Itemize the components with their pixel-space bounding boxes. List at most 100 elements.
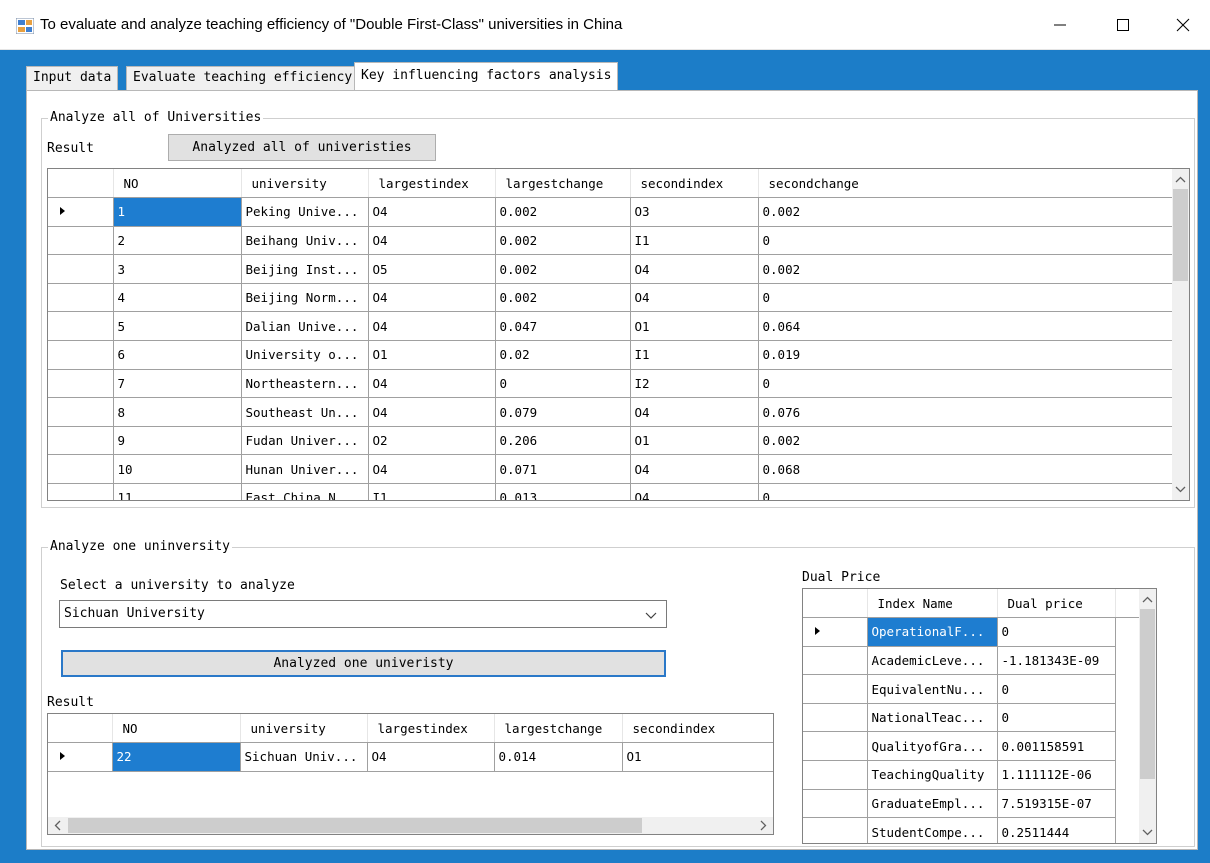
tab-key-influencing-factors[interactable]: Key influencing factors analysis [354, 62, 619, 90]
dual-price-vertical-scrollbar[interactable] [1139, 589, 1156, 843]
column-header[interactable]: Dual price [997, 589, 1116, 619]
table-cell[interactable]: 0.206 [495, 426, 631, 456]
table-cell[interactable]: Fudan Univer... [241, 426, 369, 456]
table-row[interactable]: 6 University o... O1 0.02 I1 0.019 [48, 340, 1175, 370]
table-cell[interactable]: 0 [758, 283, 1175, 313]
row-header[interactable] [803, 731, 868, 762]
column-header[interactable]: university [241, 169, 369, 199]
row-header[interactable] [803, 617, 868, 647]
table-cell[interactable]: 0.071 [495, 454, 631, 485]
table-cell[interactable]: 1 [113, 197, 242, 227]
row-header[interactable] [48, 340, 114, 370]
column-header[interactable]: secondchange [758, 169, 1175, 199]
table-row[interactable]: EquivalentNu... 0 [803, 674, 1139, 704]
table-cell[interactable]: O1 [630, 311, 759, 342]
table-cell[interactable]: I1 [368, 483, 496, 500]
table-cell[interactable]: 6 [113, 340, 242, 370]
table-cell[interactable]: 0.047 [495, 311, 631, 342]
table-cell[interactable]: O4 [368, 197, 496, 227]
table-cell[interactable]: -1.181343E-09 [997, 646, 1116, 676]
table-cell[interactable]: Northeastern... [241, 369, 369, 399]
row-header[interactable] [48, 197, 114, 227]
row-header[interactable] [48, 426, 114, 456]
table-row[interactable]: GraduateEmpl... 7.519315E-07 [803, 789, 1139, 819]
all-results-vertical-scrollbar[interactable] [1172, 169, 1189, 500]
row-header[interactable] [48, 397, 114, 427]
table-row[interactable]: 1 Peking Unive... O4 0.002 O3 0.002 [48, 197, 1175, 227]
scroll-right-icon[interactable] [756, 818, 770, 833]
column-header[interactable]: NO [113, 169, 242, 199]
table-cell[interactable]: AcademicLeve... [867, 646, 998, 676]
one-result-horizontal-scrollbar[interactable] [48, 817, 773, 834]
table-cell[interactable]: StudentCompe... [867, 817, 998, 843]
table-cell[interactable]: Sichuan Univ... [240, 742, 368, 772]
dual-price-scroll-thumb[interactable] [1140, 609, 1155, 779]
one-result-grid[interactable]: NO university largestindex largestchange sec… [47, 713, 774, 835]
table-cell[interactable]: O4 [368, 311, 496, 342]
table-cell[interactable]: East China N... [241, 483, 369, 500]
table-cell[interactable]: 0 [997, 617, 1116, 647]
table-cell[interactable]: O4 [368, 369, 496, 399]
row-header[interactable] [803, 760, 868, 790]
column-header[interactable]: secondindex [622, 714, 773, 744]
minimize-button[interactable] [1040, 10, 1080, 40]
table-row[interactable]: OperationalF... 0 [803, 617, 1139, 647]
table-cell[interactable]: 11 [113, 483, 242, 500]
table-row[interactable]: 22 Sichuan Univ... O4 0.014 O1 [48, 742, 773, 772]
column-header[interactable]: university [240, 714, 368, 744]
table-cell[interactable]: Peking Unive... [241, 197, 369, 227]
table-cell[interactable]: O4 [630, 454, 759, 485]
table-cell[interactable]: O4 [368, 226, 496, 256]
table-cell[interactable]: 0.002 [495, 254, 631, 284]
table-cell[interactable]: 0.002 [495, 283, 631, 313]
table-cell[interactable]: 0 [758, 483, 1175, 500]
table-cell[interactable]: 9 [113, 426, 242, 456]
table-cell[interactable]: TeachingQuality [867, 760, 998, 790]
table-cell[interactable]: 0.002 [495, 226, 631, 256]
column-header[interactable]: largestchange [494, 714, 623, 744]
table-cell[interactable]: 0 [997, 703, 1116, 733]
tab-evaluate-teaching-efficiency[interactable]: Evaluate teaching efficiency [126, 66, 360, 90]
table-cell[interactable]: 0 [495, 369, 631, 399]
scroll-down-icon[interactable] [1140, 825, 1155, 839]
table-cell[interactable]: 0.013 [495, 483, 631, 500]
table-row[interactable]: 7 Northeastern... O4 0 I2 0 [48, 369, 1175, 399]
all-results-grid[interactable]: NO university largestindex largestchange sec… [47, 168, 1190, 501]
table-cell[interactable]: 3 [113, 254, 242, 284]
table-row[interactable]: 4 Beijing Norm... O4 0.002 O4 0 [48, 283, 1175, 313]
table-cell[interactable]: O4 [630, 254, 759, 284]
table-cell[interactable]: O1 [622, 742, 773, 772]
column-header[interactable]: largestindex [367, 714, 495, 744]
table-cell[interactable]: Beijing Norm... [241, 283, 369, 313]
table-cell[interactable]: I1 [630, 340, 759, 370]
table-cell[interactable]: Southeast Un... [241, 397, 369, 427]
table-row[interactable]: AcademicLeve... -1.181343E-09 [803, 646, 1139, 676]
table-cell[interactable]: QualityofGra... [867, 731, 998, 762]
close-button[interactable] [1163, 10, 1203, 40]
row-header[interactable] [803, 817, 868, 843]
row-header[interactable] [48, 311, 114, 342]
scroll-up-icon[interactable] [1140, 593, 1155, 607]
table-cell[interactable]: 0.02 [495, 340, 631, 370]
table-row[interactable]: QualityofGra... 0.001158591 [803, 731, 1139, 762]
table-cell[interactable]: 7.519315E-07 [997, 789, 1116, 819]
table-cell[interactable]: O4 [368, 283, 496, 313]
table-cell[interactable]: 0.014 [494, 742, 623, 772]
row-header[interactable] [48, 454, 114, 485]
table-cell[interactable]: 0.079 [495, 397, 631, 427]
table-row[interactable]: 5 Dalian Unive... O4 0.047 O1 0.064 [48, 311, 1175, 342]
table-cell[interactable]: 0.001158591 [997, 731, 1116, 762]
tab-input-data[interactable]: Input data [26, 66, 119, 90]
row-header[interactable] [48, 226, 114, 256]
table-cell[interactable]: 0.002 [758, 254, 1175, 284]
table-cell[interactable]: OperationalF... [867, 617, 998, 647]
row-header[interactable] [48, 742, 113, 772]
table-cell[interactable]: O5 [368, 254, 496, 284]
table-cell[interactable]: 1.111112E-06 [997, 760, 1116, 790]
table-cell[interactable]: 0.002 [758, 197, 1175, 227]
dual-price-grid[interactable]: Index Name Dual price OperationalF... 0 Aca… [802, 588, 1157, 844]
table-cell[interactable]: 10 [113, 454, 242, 485]
scroll-down-icon[interactable] [1173, 482, 1188, 496]
table-cell[interactable]: I1 [630, 226, 759, 256]
table-cell[interactable]: O4 [630, 283, 759, 313]
